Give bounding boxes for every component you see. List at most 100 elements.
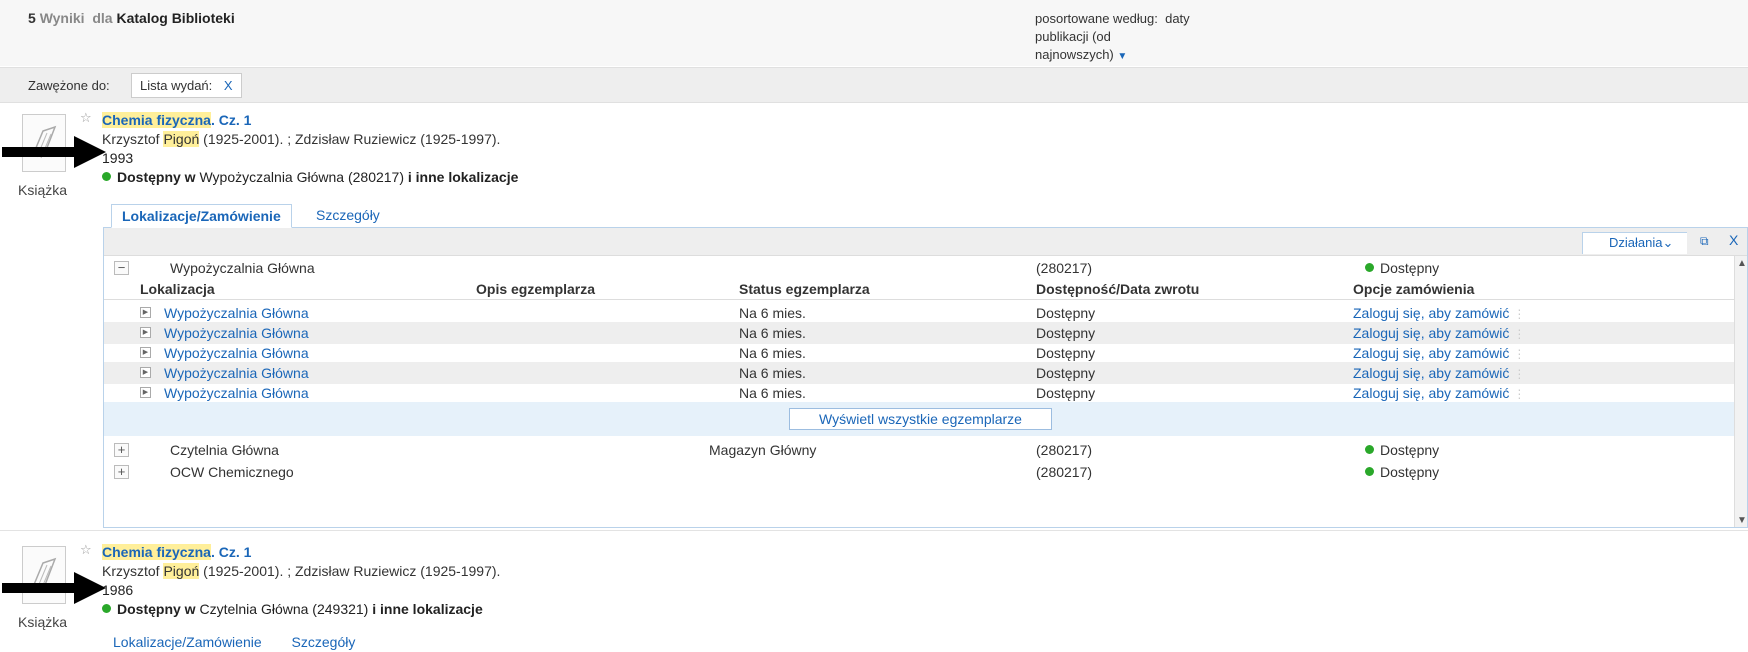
- location-status-text: Dostępny: [1380, 442, 1440, 458]
- login-to-order-link[interactable]: Zaloguj się, aby zamówić: [1353, 365, 1525, 381]
- item-availability: Dostępny: [1036, 305, 1096, 321]
- location-row: + OCW Chemicznego (280217) Dostępny: [104, 462, 1734, 484]
- author-pre: Krzysztof: [102, 563, 164, 579]
- title-highlight: Chemia fizyczna: [102, 544, 211, 560]
- close-icon[interactable]: X: [1729, 232, 1738, 248]
- column-order-options: Opcje zamówienia: [1353, 281, 1475, 297]
- item-status: Na 6 mies.: [739, 385, 806, 401]
- refine-filter-chip: Lista wydań: X: [131, 73, 242, 98]
- favorite-star-icon[interactable]: ☆: [80, 110, 92, 126]
- location-call-number: (280217): [1036, 464, 1093, 480]
- login-to-order-link[interactable]: Zaloguj się, aby zamówić: [1353, 385, 1525, 401]
- actions-button[interactable]: Działania⌄: [1582, 232, 1688, 254]
- result-year: 1993: [102, 150, 134, 166]
- item-row: ▶ Wypożyczalnia Główna Na 6 mies. Dostęp…: [104, 322, 1734, 344]
- expand-row-icon[interactable]: ▶: [140, 367, 151, 378]
- chevron-down-icon: ⌄: [1662, 235, 1674, 250]
- panel-toolbar: Działania⌄ ⧉ X: [104, 228, 1747, 256]
- expand-row-icon[interactable]: ▶: [140, 387, 151, 398]
- locations-panel: Działania⌄ ⧉ X − Wypożyczalnia Główna (2…: [103, 227, 1748, 528]
- item-location-link[interactable]: Wypożyczalnia Główna: [164, 365, 309, 381]
- scroll-down-icon[interactable]: ▼: [1737, 515, 1747, 526]
- item-location-link[interactable]: Wypożyczalnia Główna: [164, 345, 309, 361]
- item-row: ▶ Wypożyczalnia Główna Na 6 mies. Dostęp…: [104, 382, 1734, 404]
- expand-row-icon[interactable]: ▶: [140, 307, 151, 318]
- availability-location: Czytelnia Główna (249321): [199, 601, 369, 617]
- item-availability: Dostępny: [1036, 385, 1096, 401]
- availability-status[interactable]: Dostępny w Wypożyczalnia Główna (280217)…: [102, 169, 518, 185]
- location-row: − Wypożyczalnia Główna (280217) Dostępny: [104, 258, 1734, 280]
- available-dot-icon: [1365, 467, 1374, 476]
- expand-row-icon[interactable]: ▶: [140, 347, 151, 358]
- refine-bar: Zawężone do: Lista wydań: X: [0, 67, 1748, 103]
- location-status: Dostępny: [1365, 260, 1439, 276]
- column-description: Opis egzemplarza: [476, 281, 596, 297]
- collapse-icon[interactable]: −: [114, 261, 129, 275]
- column-availability: Dostępność/Data zwrotu: [1036, 281, 1200, 297]
- expand-icon[interactable]: +: [114, 465, 129, 479]
- result-title[interactable]: Chemia fizyczna. Cz. 1: [102, 112, 251, 128]
- title-rest: . Cz. 1: [210, 544, 252, 560]
- refine-label: Zawężone do:: [28, 78, 110, 93]
- panel-scrollbar[interactable]: ▲ ▼: [1734, 256, 1747, 527]
- item-availability: Dostępny: [1036, 325, 1096, 341]
- author-post: (1925-2001). ; Zdzisław Ruziewicz (1925-…: [199, 131, 501, 147]
- results-header: 5 Wyniki dla Katalog Biblioteki posortow…: [0, 0, 1748, 66]
- author-post: (1925-2001). ; Zdzisław Ruziewicz (1925-…: [199, 563, 501, 579]
- login-to-order-link[interactable]: Zaloguj się, aby zamówić: [1353, 305, 1525, 321]
- expand-icon[interactable]: +: [114, 443, 129, 457]
- item-availability: Dostępny: [1036, 365, 1096, 381]
- item-status: Na 6 mies.: [739, 345, 806, 361]
- popout-window-icon[interactable]: ⧉: [1700, 234, 1709, 249]
- remove-filter-icon[interactable]: X: [224, 78, 233, 93]
- tab-details[interactable]: Szczegóły: [292, 634, 356, 650]
- favorite-star-icon[interactable]: ☆: [80, 542, 92, 558]
- result-divider: [0, 530, 1748, 531]
- tab-locations[interactable]: Lokalizacje/Zamówienie: [111, 204, 292, 228]
- availability-location: Wypożyczalnia Główna (280217): [199, 169, 404, 185]
- available-dot-icon: [1365, 263, 1374, 272]
- item-location-link[interactable]: Wypożyczalnia Główna: [164, 305, 309, 321]
- item-availability: Dostępny: [1036, 345, 1096, 361]
- item-row: ▶ Wypożyczalnia Główna Na 6 mies. Dostęp…: [104, 302, 1734, 324]
- location-name: OCW Chemicznego: [170, 464, 294, 480]
- items-table-header: Lokalizacja Opis egzemplarza Status egze…: [104, 280, 1734, 300]
- item-status: Na 6 mies.: [739, 305, 806, 321]
- location-call-number: (280217): [1036, 442, 1093, 458]
- location-status: Dostępny: [1365, 464, 1439, 480]
- item-location-link[interactable]: Wypożyczalnia Główna: [164, 325, 309, 341]
- location-row: + Czytelnia Główna Magazyn Główny (28021…: [104, 440, 1734, 462]
- location-name: Czytelnia Główna: [170, 442, 279, 458]
- show-all-items-button[interactable]: Wyświetl wszystkie egzemplarze: [789, 408, 1052, 430]
- item-location-link[interactable]: Wypożyczalnia Główna: [164, 385, 309, 401]
- column-location: Lokalizacja: [140, 281, 215, 297]
- sort-value-3: najnowszych): [1035, 47, 1114, 62]
- sort-value-2: publikacji (od: [1035, 29, 1111, 44]
- expand-row-icon[interactable]: ▶: [140, 327, 151, 338]
- available-dot-icon: [1365, 445, 1374, 454]
- available-dot-icon: [102, 604, 111, 613]
- title-highlight: Chemia fizyczna: [102, 112, 211, 128]
- result-title[interactable]: Chemia fizyczna. Cz. 1: [102, 544, 251, 560]
- item-status: Na 6 mies.: [739, 325, 806, 341]
- availability-status[interactable]: Dostępny w Czytelnia Główna (249321) i i…: [102, 601, 483, 617]
- location-shelf: Magazyn Główny: [709, 442, 817, 458]
- column-item-status: Status egzemplarza: [739, 281, 870, 297]
- tab-details[interactable]: Szczegóły: [306, 204, 390, 228]
- result-authors: Krzysztof Pigoń (1925-2001). ; Zdzisław …: [102, 131, 500, 147]
- sort-dropdown-chevron-icon[interactable]: ▼: [1117, 51, 1127, 62]
- login-to-order-link[interactable]: Zaloguj się, aby zamówić: [1353, 325, 1525, 341]
- annotation-arrow-icon: [2, 572, 106, 604]
- sort-info[interactable]: posortowane według: daty publikacji (od …: [1035, 10, 1235, 66]
- results-summary: 5 Wyniki dla Katalog Biblioteki: [28, 10, 235, 26]
- title-rest: . Cz. 1: [210, 112, 252, 128]
- result-item: Książka ☆ Chemia fizyczna. Cz. 1 Krzyszt…: [0, 540, 1748, 652]
- login-to-order-link[interactable]: Zaloguj się, aby zamówić: [1353, 345, 1525, 361]
- availability-more: i inne lokalizacje: [407, 169, 519, 185]
- show-all-band: Wyświetl wszystkie egzemplarze: [104, 402, 1734, 436]
- catalog-name: Katalog Biblioteki: [116, 10, 235, 26]
- availability-label: Dostępny w: [117, 601, 196, 617]
- scroll-up-icon[interactable]: ▲: [1737, 258, 1747, 269]
- tab-locations[interactable]: Lokalizacje/Zamówienie: [113, 634, 262, 650]
- sort-label: posortowane według:: [1035, 11, 1158, 26]
